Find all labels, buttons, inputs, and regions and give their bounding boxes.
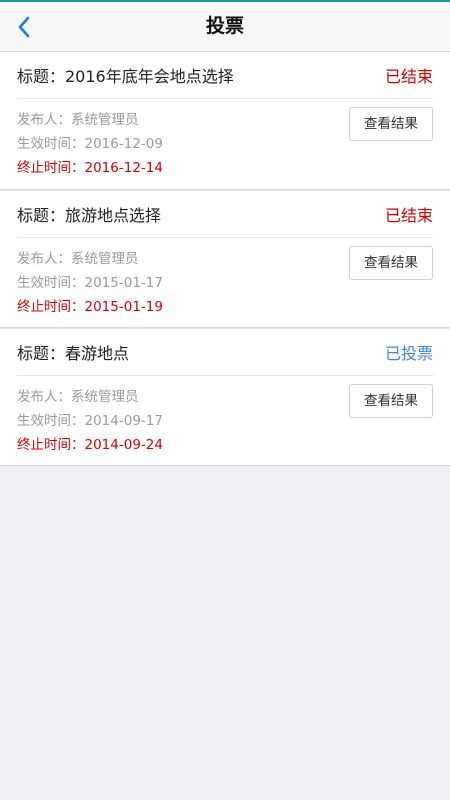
vote-card-header: 标题：春游地点 已投票 [0,329,450,375]
view-results-button[interactable]: 查看结果 [349,246,433,280]
vote-title: 标题：2016年底年会地点选择 [17,67,234,86]
vote-card: 标题：春游地点 已投票 发布人：系统管理员 生效时间：2014-09-17 终止… [0,328,450,466]
status-badge: 已投票 [384,344,433,363]
view-results-button[interactable]: 查看结果 [349,107,433,141]
divider [17,237,433,238]
start-time-text: 生效时间：2016-12-09 [17,136,163,152]
vote-card: 标题：旅游地点选择 已结束 发布人：系统管理员 生效时间：2015-01-17 … [0,190,450,328]
status-badge: 已结束 [384,206,433,225]
view-results-button[interactable]: 查看结果 [349,384,433,418]
start-time-text: 生效时间：2014-09-17 [17,413,163,429]
publisher-text: 发布人：系统管理员 [17,251,139,267]
nav-bar: 投票 [0,2,450,52]
end-time-text: 终止时间：2015-01-19 [17,299,163,315]
vote-card: 标题：2016年底年会地点选择 已结束 发布人：系统管理员 生效时间：2016-… [0,52,450,190]
vote-title: 标题：旅游地点选择 [17,206,162,225]
status-badge: 已结束 [384,67,433,86]
publisher-text: 发布人：系统管理员 [17,389,139,405]
page-title: 投票 [205,15,244,37]
start-time-text: 生效时间：2015-01-17 [17,275,163,291]
vote-title: 标题：春游地点 [17,344,130,363]
vote-list: 标题：2016年底年会地点选择 已结束 发布人：系统管理员 生效时间：2016-… [0,52,450,466]
end-time-text: 终止时间：2014-09-24 [17,437,163,453]
end-time-text: 终止时间：2016-12-14 [17,160,163,176]
divider [17,375,433,376]
divider [17,98,433,99]
vote-card-header: 标题：2016年底年会地点选择 已结束 [0,52,450,98]
vote-card-header: 标题：旅游地点选择 已结束 [0,191,450,237]
publisher-text: 发布人：系统管理员 [17,112,139,128]
